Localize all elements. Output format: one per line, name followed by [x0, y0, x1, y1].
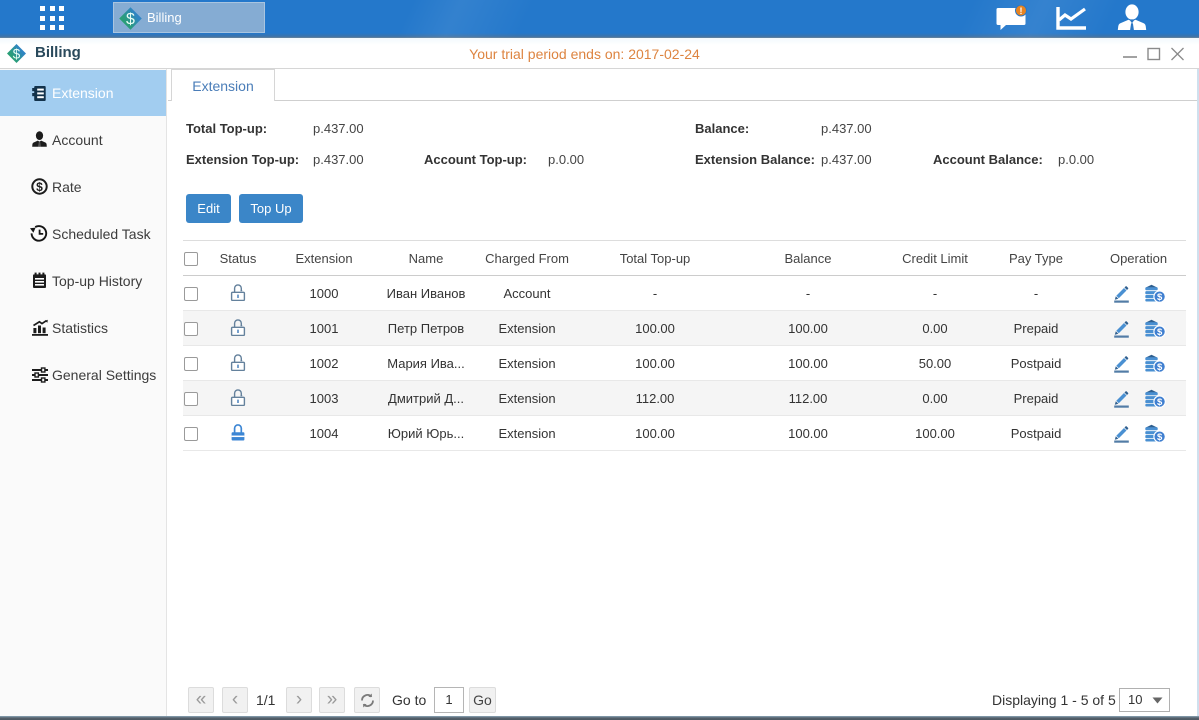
svg-text:$: $ [126, 11, 135, 28]
svg-text:$: $ [36, 180, 43, 194]
svg-text:!: ! [1020, 6, 1023, 16]
